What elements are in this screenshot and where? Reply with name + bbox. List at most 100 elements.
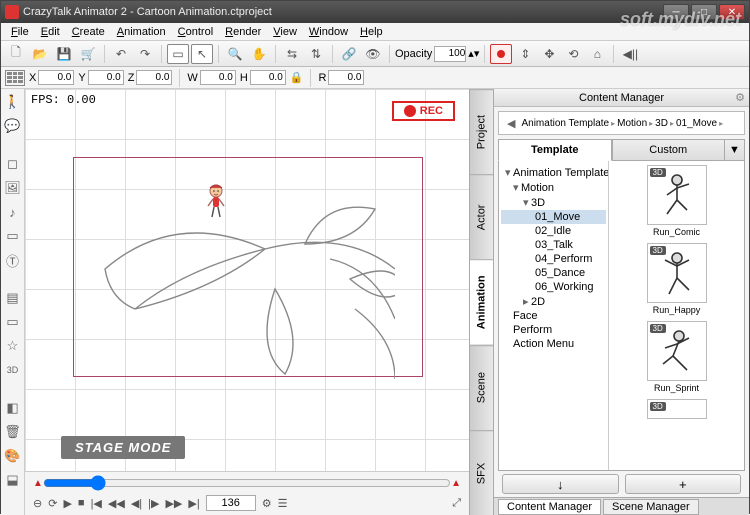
link-button[interactable]: 🔗	[338, 44, 360, 64]
menu-help[interactable]: Help	[354, 26, 389, 38]
open-button[interactable]: 📂	[29, 44, 51, 64]
menu-render[interactable]: Render	[219, 26, 267, 38]
tab-scene[interactable]: Scene	[470, 345, 493, 430]
bottom-tab-content-manager[interactable]: Content Manager	[498, 499, 601, 515]
trash-icon[interactable]: 🗑	[4, 423, 22, 441]
in-marker-icon[interactable]: ▲	[33, 478, 43, 489]
thumb-run-happy[interactable]: 3D Run_Happy	[613, 243, 740, 315]
breadcrumb-seg-3[interactable]: 01_Move	[676, 118, 717, 129]
loop-off-button[interactable]: ⊖	[33, 497, 42, 510]
text-tool-icon[interactable]: Ⓣ	[4, 251, 22, 269]
current-frame-input[interactable]	[206, 495, 256, 511]
menu-animation[interactable]: Animation	[111, 26, 172, 38]
flip-v-button[interactable]: ⇅	[305, 44, 327, 64]
coord-y-input[interactable]	[88, 70, 124, 85]
video-icon[interactable]: ▭	[4, 227, 22, 245]
3d-icon[interactable]: 3D	[4, 361, 22, 379]
person-icon[interactable]: ☆	[4, 337, 22, 355]
tab-actor[interactable]: Actor	[470, 174, 493, 259]
grid-snap-icon[interactable]	[5, 70, 25, 86]
lock-icon[interactable]: 🔒	[290, 71, 304, 84]
thumb-run-sprint[interactable]: 3D Run_Sprint	[613, 321, 740, 393]
look-button[interactable]: 👁	[362, 44, 384, 64]
chat-icon[interactable]: 💬	[4, 117, 22, 135]
close-button[interactable]: ✕	[719, 4, 745, 20]
go-end-button[interactable]: ▶|	[188, 497, 199, 510]
coord-w-input[interactable]	[200, 70, 236, 85]
tab-template[interactable]: Template	[498, 139, 612, 161]
record-button[interactable]	[490, 44, 512, 64]
tree-item-05-dance[interactable]: 05_Dance	[501, 266, 606, 280]
tree-motion[interactable]: ▾Motion	[501, 180, 606, 195]
tab-sfx[interactable]: SFX	[470, 430, 493, 515]
tab-animation[interactable]: Animation	[470, 259, 493, 344]
menu-view[interactable]: View	[267, 26, 303, 38]
step-fwd-button[interactable]: ▶▶	[165, 497, 182, 510]
stage-viewport[interactable]: FPS: 0.00 REC	[25, 89, 469, 471]
tree-perform[interactable]: Perform	[501, 323, 606, 337]
actor-icon[interactable]: 🚶	[4, 93, 22, 111]
panel-gear-icon[interactable]: ⚙	[735, 91, 745, 104]
tool5-icon[interactable]: ⬓	[4, 471, 22, 489]
tree-item-04-perform[interactable]: 04_Perform	[501, 252, 606, 266]
zoom-button[interactable]: 🔍	[224, 44, 246, 64]
loop-button[interactable]: ⟳	[48, 497, 57, 510]
tree-action-menu[interactable]: Action Menu	[501, 337, 606, 351]
palette-icon[interactable]: 🎨	[4, 447, 22, 465]
actor-character[interactable]	[205, 184, 227, 218]
tree-item-03-talk[interactable]: 03_Talk	[501, 238, 606, 252]
go-start-button[interactable]: |◀	[91, 497, 102, 510]
coord-h-input[interactable]	[250, 70, 286, 85]
apply-button[interactable]: ↓	[502, 474, 619, 494]
pointer-tool[interactable]: ↖	[191, 44, 213, 64]
play-button[interactable]: ▶	[63, 497, 71, 510]
undo-button[interactable]: ↶	[110, 44, 132, 64]
add-button[interactable]: +	[625, 474, 742, 494]
crosshair-button[interactable]: ✥	[538, 44, 560, 64]
home-button[interactable]: ⌂	[586, 44, 608, 64]
opacity-input[interactable]	[434, 46, 466, 62]
expand-up-icon[interactable]: ⤢	[452, 497, 461, 510]
breadcrumb-seg-2[interactable]: 3D	[655, 118, 668, 129]
menu-file[interactable]: File	[5, 26, 35, 38]
anchor-button[interactable]: ⇕	[514, 44, 536, 64]
select-tool[interactable]: ▭	[167, 44, 189, 64]
tab-custom[interactable]: Custom	[612, 139, 726, 161]
minimize-button[interactable]: ─	[663, 4, 689, 20]
timeline-view-button[interactable]: ☰	[278, 497, 288, 510]
thumb-partial[interactable]: 3D	[613, 399, 740, 419]
flip-h-button[interactable]: ⇆	[281, 44, 303, 64]
breadcrumb-seg-1[interactable]: Motion	[617, 118, 647, 129]
thumb-run-comic[interactable]: 3D Run_Comic	[613, 165, 740, 237]
widget-icon[interactable]: ▤	[4, 289, 22, 307]
tree-item-02-idle[interactable]: 02_Idle	[501, 224, 606, 238]
stage-icon[interactable]: ▭	[4, 313, 22, 331]
step-back-button[interactable]: ◀◀	[108, 497, 125, 510]
store-button[interactable]: 🛒	[77, 44, 99, 64]
tree-item-01-move[interactable]: 01_Move	[501, 210, 606, 224]
sound-button[interactable]: ◀||	[619, 44, 641, 64]
coord-z-input[interactable]	[136, 70, 172, 85]
out-marker-icon[interactable]: ▲	[451, 478, 461, 489]
save-button[interactable]: 💾	[53, 44, 75, 64]
menu-edit[interactable]: Edit	[35, 26, 66, 38]
menu-create[interactable]: Create	[66, 26, 111, 38]
tree-root[interactable]: ▾Animation Template	[501, 165, 606, 180]
tree-item-06-working[interactable]: 06_Working	[501, 280, 606, 294]
bottom-tab-scene-manager[interactable]: Scene Manager	[603, 499, 699, 515]
opacity-spinner[interactable]: ▴▾	[468, 47, 479, 60]
tree-3d[interactable]: ▾3D	[501, 195, 606, 210]
refresh-button[interactable]: ⟲	[562, 44, 584, 64]
redo-button[interactable]: ↷	[134, 44, 156, 64]
prev-frame-button[interactable]: ◀|	[131, 497, 142, 510]
settings-icon[interactable]: ⚙	[262, 497, 272, 510]
new-project-button[interactable]: 🗋	[5, 44, 27, 64]
face-icon[interactable]: ◻	[4, 155, 22, 173]
next-frame-button[interactable]: |▶	[148, 497, 159, 510]
maximize-button[interactable]: □	[691, 4, 717, 20]
menu-window[interactable]: Window	[303, 26, 354, 38]
stop-button[interactable]: ■	[78, 497, 85, 509]
breadcrumb-back-icon[interactable]: ◀	[503, 117, 519, 130]
timeline-scrubber[interactable]	[43, 475, 451, 491]
tree-2d[interactable]: ▸2D	[501, 294, 606, 309]
